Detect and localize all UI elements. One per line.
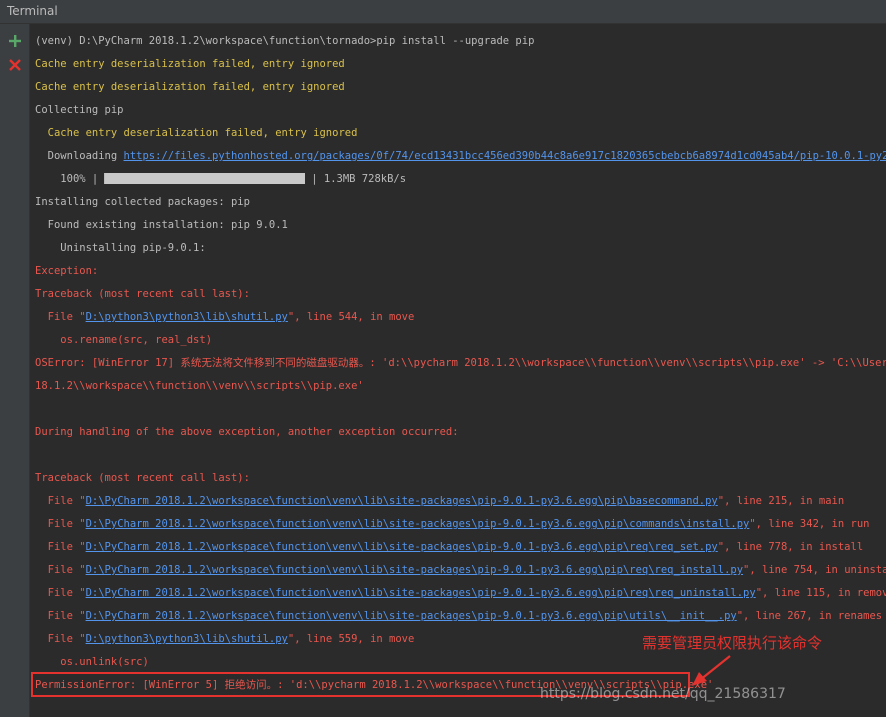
console-line: Uninstalling pip-9.0.1:	[35, 240, 206, 256]
new-session-button[interactable]	[6, 32, 24, 50]
console-line: Found existing installation: pip 9.0.1	[35, 217, 288, 233]
traceback-file-link[interactable]: D:\PyCharm 2018.1.2\workspace\function\v…	[86, 587, 756, 599]
traceback-file-link[interactable]: D:\PyCharm 2018.1.2\workspace\function\v…	[86, 610, 737, 622]
traceback-location: ", line 215, in main	[717, 495, 845, 507]
error-text: Exception:	[35, 265, 99, 277]
console-line: File "D:\PyCharm 2018.1.2\workspace\func…	[35, 608, 882, 624]
console-line: 100% | | 1.3MB 728kB/s	[35, 171, 406, 187]
terminal-title-bar: Terminal	[0, 0, 886, 24]
terminal-title: Terminal	[7, 4, 58, 18]
traceback-location: ", line 342, in run	[749, 518, 870, 530]
console-line: 18.1.2\\workspace\\function\\venv\\scrip…	[35, 378, 364, 394]
terminal-toolbar	[0, 24, 30, 717]
error-text: Traceback (most recent call last):	[35, 472, 250, 484]
output-text: Collecting pip	[35, 104, 124, 116]
traceback-prefix: File "	[47, 564, 86, 576]
console-line: During handling of the above exception, …	[35, 424, 459, 440]
output-text: (venv) D:\PyCharm 2018.1.2\workspace\fun…	[35, 35, 535, 47]
console-line: OSError: [WinError 17] 系统无法将文件移到不同的磁盘驱动器…	[35, 355, 886, 371]
console-line: Exception:	[35, 263, 98, 279]
console-line: File "D:\python3\python3\lib\shutil.py",…	[35, 309, 415, 325]
output-text: Uninstalling pip-9.0.1:	[60, 242, 206, 254]
traceback-prefix: File "	[47, 311, 86, 323]
traceback-prefix: File "	[47, 610, 86, 622]
traceback-prefix: File "	[47, 541, 86, 553]
console-line: os.rename(src, real_dst)	[35, 332, 212, 348]
traceback-prefix: File "	[47, 495, 86, 507]
progress-bar-fill	[105, 172, 306, 184]
traceback-location: ", line 544, in move	[287, 311, 415, 323]
download-link[interactable]: https://files.pythonhosted.org/packages/…	[124, 150, 886, 162]
traceback-file-link[interactable]: D:\PyCharm 2018.1.2\workspace\function\v…	[86, 495, 718, 507]
close-session-button[interactable]	[6, 56, 24, 74]
terminal-window: Terminal (venv) D:\PyCharm 2018.1.2\work…	[0, 0, 886, 717]
traceback-prefix: File "	[47, 633, 86, 645]
progress-stats: | 1.3MB 728kB/s	[311, 173, 407, 185]
output-text: Found existing installation: pip 9.0.1	[47, 219, 288, 231]
traceback-file-link[interactable]: D:\PyCharm 2018.1.2\workspace\function\v…	[86, 518, 750, 530]
terminal-output[interactable]: (venv) D:\PyCharm 2018.1.2\workspace\fun…	[30, 24, 886, 717]
error-text: Traceback (most recent call last):	[35, 288, 250, 300]
traceback-file-link[interactable]: D:\PyCharm 2018.1.2\workspace\function\v…	[86, 541, 718, 553]
console-line: Traceback (most recent call last):	[35, 470, 250, 486]
console-line: os.unlink(src)	[35, 654, 149, 670]
console-line: File "D:\PyCharm 2018.1.2\workspace\func…	[35, 562, 886, 578]
console-line: (venv) D:\PyCharm 2018.1.2\workspace\fun…	[35, 33, 534, 49]
error-text: os.rename(src, real_dst)	[60, 334, 213, 346]
warning-text: Cache entry deserialization failed, entr…	[35, 81, 345, 93]
error-text: During handling of the above exception, …	[35, 426, 459, 438]
console-line: File "D:\PyCharm 2018.1.2\workspace\func…	[35, 585, 886, 601]
console-line: Cache entry deserialization failed, entr…	[35, 79, 345, 95]
traceback-file-link[interactable]: D:\python3\python3\lib\shutil.py	[86, 311, 288, 323]
console-line: File "D:\python3\python3\lib\shutil.py",…	[35, 631, 415, 647]
output-text: Installing collected packages: pip	[35, 196, 250, 208]
progress-percent: 100% |	[60, 173, 99, 185]
progress-bar	[104, 172, 306, 184]
warning-text: Cache entry deserialization failed, entr…	[47, 127, 358, 139]
console-line: Collecting pip	[35, 102, 124, 118]
traceback-file-link[interactable]: D:\PyCharm 2018.1.2\workspace\function\v…	[86, 564, 743, 576]
annotation-arrow-icon	[692, 655, 731, 686]
traceback-file-link[interactable]: D:\python3\python3\lib\shutil.py	[86, 633, 288, 645]
console-line: File "D:\PyCharm 2018.1.2\workspace\func…	[35, 493, 845, 509]
traceback-location: ", line 559, in move	[287, 633, 415, 645]
console-line: Cache entry deserialization failed, entr…	[35, 56, 345, 72]
traceback-location: ", line 267, in renames	[736, 610, 883, 622]
error-text: os.unlink(src)	[60, 656, 149, 668]
console-line: Downloading https://files.pythonhosted.o…	[35, 148, 886, 164]
console-line: Cache entry deserialization failed, entr…	[35, 125, 358, 141]
close-icon	[9, 59, 21, 71]
console-line: File "D:\PyCharm 2018.1.2\workspace\func…	[35, 539, 864, 555]
traceback-location: ", line 778, in install	[717, 541, 864, 553]
traceback-location: ", line 754, in uninstall	[743, 564, 886, 576]
traceback-prefix: File "	[47, 518, 86, 530]
console-line: Installing collected packages: pip	[35, 194, 250, 210]
console-line: Traceback (most recent call last):	[35, 286, 250, 302]
download-label: Downloading	[47, 150, 124, 162]
error-text: OSError: [WinError 17] 系统无法将文件移到不同的磁盘驱动器…	[35, 357, 886, 369]
watermark: https://blog.csdn.net/qq_21586317	[540, 686, 786, 702]
console-line: File "D:\PyCharm 2018.1.2\workspace\func…	[35, 516, 870, 532]
traceback-location: ", line 115, in remove	[755, 587, 886, 599]
traceback-prefix: File "	[47, 587, 86, 599]
error-text: 18.1.2\\workspace\\function\\venv\\scrip…	[35, 380, 364, 392]
warning-text: Cache entry deserialization failed, entr…	[35, 58, 345, 70]
plus-icon	[9, 35, 21, 47]
